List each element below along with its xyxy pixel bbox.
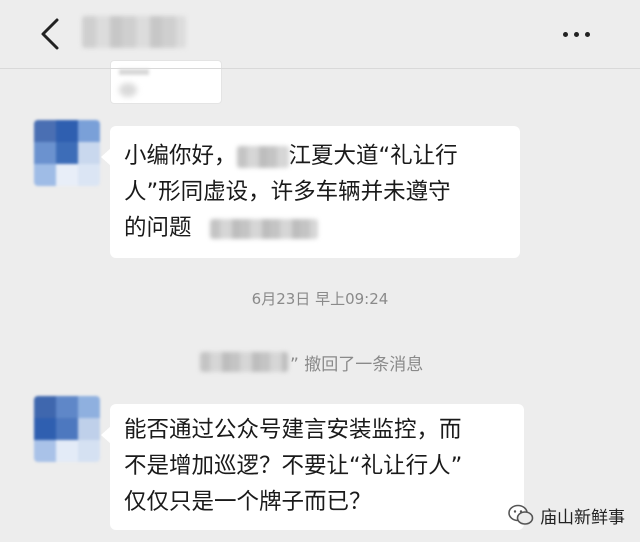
header-divider (0, 68, 640, 69)
message-text: 仅仅只是一个牌子而已？ (124, 489, 372, 515)
message-text: 不是增加巡逻？不要让“礼让行人” (124, 453, 463, 479)
chat-header (0, 0, 640, 66)
avatar[interactable] (34, 396, 100, 462)
message-timestamp: 6月23日 早上09:24 (251, 290, 389, 308)
back-button[interactable] (30, 14, 70, 54)
redacted-name (200, 352, 288, 372)
redacted-text (236, 145, 289, 168)
message-text: 小编你好， (124, 143, 237, 169)
message-text: 江夏大道“礼让行 (288, 143, 458, 169)
more-dots-icon (562, 31, 568, 37)
watermark: 庙山新鲜事 (508, 500, 625, 530)
watermark-text: 庙山新鲜事 (540, 507, 625, 528)
message-text: 人”形同虚设，许多车辆并未遵守 (124, 179, 451, 205)
message-text: 能否通过公众号建言安装监控，而 (124, 417, 462, 443)
recall-text: ” 撤回了一条消息 (290, 354, 424, 375)
recall-notice: ” 撤回了一条消息 (200, 350, 424, 375)
message-bubble[interactable]: 小编你好， 江夏大道“礼让行 人”形同虚设，许多车辆并未遵守 的问题 (101, 126, 520, 258)
contact-name-blurred (82, 16, 186, 48)
chevron-left-icon (41, 18, 59, 50)
previous-message-card[interactable] (110, 60, 222, 104)
more-options-button[interactable] (548, 16, 604, 52)
redacted-text (209, 218, 318, 239)
wechat-icon (508, 504, 534, 525)
message-bubble[interactable]: 能否通过公众号建言安装监控，而 不是增加巡逻？不要让“礼让行人” 仅仅只是一个牌… (101, 404, 524, 530)
avatar[interactable] (34, 120, 100, 186)
message-text: 的问题 (124, 215, 192, 241)
